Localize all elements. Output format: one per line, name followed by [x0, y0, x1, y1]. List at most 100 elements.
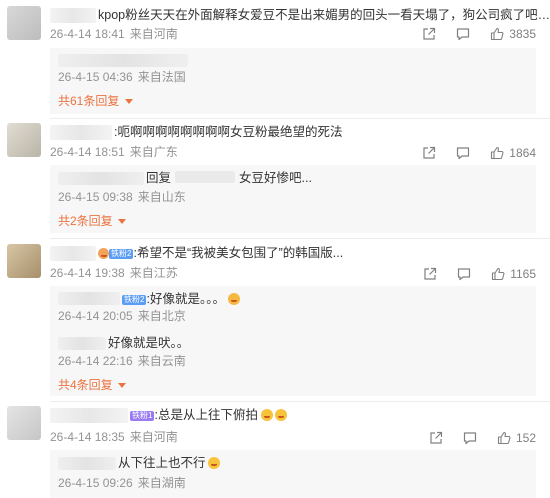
- fan-badge: 铁粉1: [130, 410, 155, 421]
- reply-box: 铁粉2:好像就是。。。 26-4-14 20:05 来自北京 好像就是吠。。 26…: [50, 286, 536, 396]
- reply-text: 从下往上也不行: [118, 455, 220, 471]
- reply-meta: 26-4-15 04:36 来自法国: [58, 70, 186, 85]
- reply-time: 26-4-15 04:36: [58, 70, 133, 84]
- reply-username-blurred[interactable]: [58, 292, 120, 305]
- reply-username-blurred[interactable]: [58, 457, 116, 470]
- share-icon[interactable]: [421, 26, 437, 42]
- chevron-down-icon: [124, 99, 133, 104]
- crying-emoji-icon: [228, 293, 241, 305]
- comment-icon[interactable]: [456, 266, 472, 282]
- like-count: 1165: [510, 267, 536, 281]
- laughing-emoji-icon: [275, 409, 288, 421]
- comment-text-content: 希望不是“我被美女包围了”的韩国版...: [136, 246, 344, 260]
- comment-time: 26-4-14 18:51: [50, 145, 125, 159]
- reply-box: 回复 女豆好惨吧... 26-4-15 09:38 来自山东 共2条回复: [50, 165, 536, 233]
- comment-text-content: 呃啊啊啊啊啊啊啊啊女豆粉最绝望的死法: [117, 125, 343, 139]
- reply-meta: 26-4-14 22:16 来自云南: [58, 354, 186, 369]
- reply-meta: 26-4-15 09:38 来自山东: [58, 190, 186, 205]
- reply-username-blurred[interactable]: [58, 172, 144, 185]
- fan-badge: 铁粉2: [122, 294, 147, 305]
- laughing-emoji-icon: [261, 409, 274, 421]
- username-blurred[interactable]: [50, 125, 112, 140]
- reply-location: 来自湖南: [137, 476, 186, 490]
- comment-time: 26-4-14 18:41: [50, 27, 125, 41]
- comment-2: :呃啊啊啊啊啊啊啊啊女豆粉最绝望的死法 26-4-14 18:51 来自广东 18…: [0, 119, 550, 239]
- reply-text-content: 女豆好惨吧...: [239, 171, 312, 185]
- fan-badge: 铁粉2: [109, 248, 134, 259]
- username-blurred[interactable]: [50, 408, 128, 423]
- avatar[interactable]: [7, 123, 41, 157]
- more-replies-label: 共2条回复: [58, 214, 113, 228]
- like-count: 1864: [509, 146, 536, 160]
- mentioned-user-blurred[interactable]: [175, 171, 236, 183]
- reply-text: 好像就是吠。。: [108, 335, 189, 351]
- more-replies-label: 共4条回复: [58, 378, 113, 392]
- avatar[interactable]: [7, 406, 41, 440]
- share-icon[interactable]: [428, 430, 444, 446]
- comment-meta: 26-4-14 18:35 来自河南: [50, 430, 178, 445]
- comment-1: kpop粉丝天天在外面解释女爱豆不是出来媚男的回头一看天塌了，狗公司疯了吧…… …: [0, 0, 550, 118]
- reply-box: 从下往上也不行 26-4-15 09:26 来自湖南: [50, 450, 536, 498]
- comment-actions: 1165: [422, 266, 536, 282]
- reply-text: 回复 女豆好惨吧...: [146, 170, 312, 186]
- reply-text-content: 好像就是。。。: [149, 292, 225, 306]
- username-blurred[interactable]: [50, 8, 96, 23]
- comment-text: 铁粉1:总是从上往下俯拍: [130, 407, 288, 423]
- comment-location: 来自河南: [129, 27, 178, 41]
- comment-4: 铁粉1:总是从上往下俯拍 26-4-14 18:35 来自河南 152 从下往上也…: [0, 402, 550, 498]
- comment-meta: 26-4-14 18:51 来自广东: [50, 145, 178, 160]
- reply-prefix: 回复: [146, 171, 172, 185]
- chevron-down-icon: [118, 383, 127, 388]
- reply-meta: 26-4-15 09:26 来自湖南: [58, 476, 186, 491]
- comment-time: 26-4-14 19:38: [50, 266, 125, 280]
- reply-username-blurred[interactable]: [58, 54, 188, 67]
- comment-meta: 26-4-14 18:41 来自河南: [50, 27, 178, 42]
- laughing-emoji-icon: [207, 457, 220, 469]
- comment-icon[interactable]: [462, 430, 478, 446]
- like-count: 3835: [509, 27, 536, 41]
- reply-time: 26-4-14 22:16: [58, 354, 133, 368]
- comment-meta: 26-4-14 19:38 来自江苏: [50, 266, 178, 281]
- reply-location: 来自法国: [137, 70, 186, 84]
- comment-actions: 3835: [421, 26, 536, 42]
- comment-location: 来自广东: [129, 145, 178, 159]
- avatar[interactable]: [7, 244, 41, 278]
- comment-actions: 1864: [421, 145, 536, 161]
- share-icon[interactable]: [421, 145, 437, 161]
- reply-location: 来自山东: [137, 190, 186, 204]
- chevron-down-icon: [118, 219, 127, 224]
- reply-text: 铁粉2:好像就是。。。: [122, 291, 241, 307]
- reply-time: 26-4-15 09:26: [58, 476, 133, 490]
- reply-text-content: 好像就是吠。。: [108, 336, 190, 350]
- comment-location: 来自河南: [129, 430, 178, 444]
- comment-icon[interactable]: [455, 26, 471, 42]
- fan-avatar-icon: [98, 248, 109, 259]
- reply-text-content: 从下往上也不行: [118, 456, 206, 470]
- share-icon[interactable]: [422, 266, 438, 282]
- username-blurred[interactable]: [50, 246, 96, 261]
- comment-location: 来自江苏: [129, 266, 178, 280]
- reply-box: 26-4-15 04:36 来自法国 共61条回复: [50, 48, 536, 114]
- comment-icon[interactable]: [455, 145, 471, 161]
- comment-3: 铁粉2:希望不是“我被美女包围了”的韩国版... 26-4-14 19:38 来自…: [0, 239, 550, 401]
- comment-text: 铁粉2:希望不是“我被美女包围了”的韩国版...: [98, 245, 343, 261]
- avatar[interactable]: [7, 6, 41, 40]
- more-replies-link[interactable]: 共2条回复: [58, 214, 127, 229]
- like-icon[interactable]: [496, 430, 512, 446]
- like-icon[interactable]: [489, 26, 505, 42]
- comment-text: :呃啊啊啊啊啊啊啊啊女豆粉最绝望的死法: [114, 125, 343, 139]
- reply-username-blurred[interactable]: [58, 337, 106, 350]
- comment-text: kpop粉丝天天在外面解释女爱豆不是出来媚男的回头一看天塌了，狗公司疯了吧……: [98, 8, 550, 22]
- like-count: 152: [515, 431, 536, 445]
- comment-time: 26-4-14 18:35: [50, 430, 125, 444]
- reply-meta: 26-4-14 20:05 来自北京: [58, 309, 186, 324]
- reply-location: 来自北京: [137, 309, 186, 323]
- more-replies-link[interactable]: 共4条回复: [58, 378, 127, 393]
- like-icon[interactable]: [490, 266, 506, 282]
- reply-time: 26-4-14 20:05: [58, 309, 133, 323]
- comment-actions: 152: [428, 430, 536, 446]
- like-icon[interactable]: [489, 145, 505, 161]
- more-replies-label: 共61条回复: [58, 94, 120, 108]
- more-replies-link[interactable]: 共61条回复: [58, 94, 133, 109]
- reply-time: 26-4-15 09:38: [58, 190, 133, 204]
